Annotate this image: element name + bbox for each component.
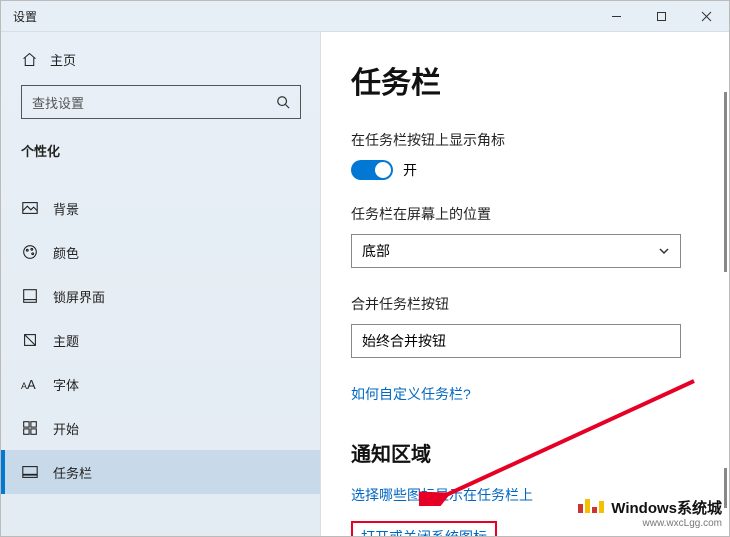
window-controls <box>594 1 729 31</box>
maximize-button[interactable] <box>639 1 684 31</box>
nav-lockscreen[interactable]: 锁屏界面 <box>1 274 320 318</box>
search-icon <box>276 95 290 109</box>
badge-label: 在任务栏按钮上显示角标 <box>351 130 699 150</box>
watermark-url: www.wxcLgg.com <box>578 518 722 529</box>
scrollbar[interactable] <box>724 468 727 508</box>
minimize-button[interactable] <box>594 1 639 31</box>
scrollbar[interactable] <box>724 92 727 272</box>
sidebar: 主页 查找设置 个性化 背景 颜色 锁屏界面 <box>1 32 321 536</box>
page-title: 任务栏 <box>351 58 699 102</box>
combine-value: 始终合并按钮 <box>362 331 446 351</box>
nav-label: 任务栏 <box>53 463 92 482</box>
search-input[interactable]: 查找设置 <box>21 85 301 119</box>
home-label: 主页 <box>50 50 76 69</box>
lockscreen-icon <box>21 287 39 305</box>
start-icon <box>21 419 39 437</box>
chevron-down-icon <box>658 245 670 257</box>
home-icon <box>21 51 38 68</box>
customize-link[interactable]: 如何自定义任务栏? <box>351 384 699 404</box>
picture-icon <box>21 199 39 217</box>
toggle-knob <box>375 162 391 178</box>
combine-label: 合并任务栏按钮 <box>351 294 699 314</box>
nav-background[interactable]: 背景 <box>1 186 320 230</box>
toggle-track <box>351 160 393 180</box>
nav-themes[interactable]: 主题 <box>1 318 320 362</box>
home-link[interactable]: 主页 <box>21 50 320 69</box>
combine-select[interactable]: 始终合并按钮 <box>351 324 681 358</box>
position-select[interactable]: 底部 <box>351 234 681 268</box>
badge-toggle[interactable]: 开 <box>351 160 699 180</box>
category-label: 个性化 <box>21 141 320 160</box>
watermark-logo <box>578 499 604 513</box>
watermark-brand: Windows系统城 <box>611 500 722 517</box>
palette-icon <box>21 243 39 261</box>
nav-colors[interactable]: 颜色 <box>1 230 320 274</box>
nav-label: 锁屏界面 <box>53 287 105 306</box>
toggle-state: 开 <box>403 160 417 180</box>
nav-label: 颜色 <box>53 243 79 262</box>
close-button[interactable] <box>684 1 729 31</box>
nav-label: 背景 <box>53 199 79 218</box>
taskbar-icon <box>21 463 39 481</box>
settings-window: 设置 主页 查找设置 <box>0 0 730 537</box>
section-header: 通知区域 <box>351 438 699 467</box>
body: 主页 查找设置 个性化 背景 颜色 锁屏界面 <box>1 32 729 536</box>
nav-start[interactable]: 开始 <box>1 406 320 450</box>
watermark: Windows系统城 www.wxcLgg.com <box>578 497 722 529</box>
nav-taskbar[interactable]: 任务栏 <box>1 450 320 494</box>
search-placeholder: 查找设置 <box>32 93 84 112</box>
nav-label: 主题 <box>53 331 79 350</box>
position-value: 底部 <box>362 241 390 261</box>
title-bar: 设置 <box>1 1 729 32</box>
nav-fonts[interactable]: AA 字体 <box>1 362 320 406</box>
window-title: 设置 <box>13 8 37 25</box>
position-label: 任务栏在屏幕上的位置 <box>351 204 699 224</box>
content-pane: 任务栏 在任务栏按钮上显示角标 开 任务栏在屏幕上的位置 底部 合并任务栏按钮 … <box>321 32 729 536</box>
nav-label: 开始 <box>53 419 79 438</box>
nav-label: 字体 <box>53 375 79 394</box>
font-icon: AA <box>21 377 39 392</box>
themes-icon <box>21 331 39 349</box>
system-icons-link[interactable]: 打开或关闭系统图标 <box>361 529 487 536</box>
annotation-highlight: 打开或关闭系统图标 <box>351 521 497 536</box>
